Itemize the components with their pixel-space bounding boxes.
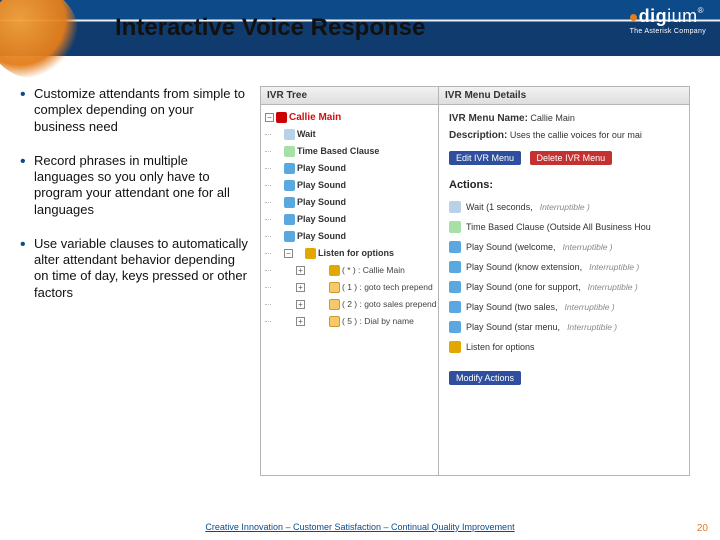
edit-ivr-button[interactable]: Edit IVR Menu bbox=[449, 151, 521, 165]
brand-suffix: ium bbox=[667, 6, 698, 26]
ivr-tree-pane: IVR Tree −Callie Main Wait Time Based Cl… bbox=[261, 87, 439, 475]
screenshot-panel: IVR Tree −Callie Main Wait Time Based Cl… bbox=[260, 86, 700, 496]
tree-node[interactable]: −Listen for options bbox=[265, 245, 438, 262]
folder-icon bbox=[329, 316, 340, 327]
wait-icon bbox=[284, 129, 295, 140]
play-icon bbox=[449, 321, 461, 333]
listen-icon bbox=[449, 341, 461, 353]
play-icon bbox=[284, 180, 295, 191]
brand-prefix: dig bbox=[639, 6, 668, 26]
actions-heading: Actions: bbox=[449, 179, 679, 191]
play-icon bbox=[284, 231, 295, 242]
tree-node[interactable]: Play Sound bbox=[265, 160, 438, 177]
time-icon bbox=[284, 146, 295, 157]
header-band: Interactive Voice Response digium® The A… bbox=[0, 0, 720, 56]
tree-node[interactable]: Play Sound bbox=[265, 194, 438, 211]
brand-reg: ® bbox=[698, 6, 704, 15]
action-row: Play Sound (know extension,Interruptible… bbox=[449, 257, 679, 277]
play-icon bbox=[284, 163, 295, 174]
menu-name-row: IVR Menu Name: Callie Main bbox=[449, 113, 679, 124]
play-icon bbox=[449, 281, 461, 293]
action-row: Play Sound (star menu,Interruptible ) bbox=[449, 317, 679, 337]
play-icon bbox=[449, 301, 461, 313]
play-icon bbox=[284, 214, 295, 225]
tree-node[interactable]: +( * ) : Callie Main bbox=[265, 262, 438, 279]
wait-icon bbox=[449, 201, 461, 213]
tree-node[interactable]: Wait bbox=[265, 126, 438, 143]
page-title: Interactive Voice Response bbox=[115, 14, 425, 42]
content: Customize attendants from simple to comp… bbox=[0, 56, 720, 496]
ivr-details-pane: IVR Menu Details IVR Menu Name: Callie M… bbox=[439, 87, 689, 475]
action-row: Play Sound (welcome,Interruptible ) bbox=[449, 237, 679, 257]
folder-icon bbox=[329, 299, 340, 310]
page-number: 20 bbox=[697, 523, 708, 534]
logo-dot-icon bbox=[630, 14, 637, 21]
ivr-app: IVR Tree −Callie Main Wait Time Based Cl… bbox=[260, 86, 690, 476]
collapse-icon[interactable]: − bbox=[265, 113, 274, 122]
expand-icon[interactable]: + bbox=[296, 317, 305, 326]
tree-node[interactable]: +( 5 ) : Dial by name bbox=[265, 313, 438, 330]
play-icon bbox=[449, 241, 461, 253]
action-row: Listen for options bbox=[449, 337, 679, 357]
menu-icon bbox=[276, 112, 287, 123]
play-icon bbox=[449, 261, 461, 273]
action-row: Play Sound (two sales,Interruptible ) bbox=[449, 297, 679, 317]
action-row: Time Based Clause (Outside All Business … bbox=[449, 217, 679, 237]
bullet-item: Record phrases in multiple languages so … bbox=[20, 153, 248, 218]
delete-ivr-button[interactable]: Delete IVR Menu bbox=[530, 151, 613, 165]
ivr-tree-header: IVR Tree bbox=[261, 87, 438, 105]
action-row: Play Sound (one for support,Interruptibl… bbox=[449, 277, 679, 297]
ivr-tree: −Callie Main Wait Time Based Clause Play… bbox=[261, 105, 438, 334]
expand-icon[interactable]: + bbox=[296, 266, 305, 275]
tree-root[interactable]: −Callie Main bbox=[265, 109, 438, 126]
collapse-icon[interactable]: − bbox=[284, 249, 293, 258]
description-row: Description: Uses the callie voices for … bbox=[449, 130, 679, 141]
tree-node[interactable]: +( 1 ) : goto tech prepend bbox=[265, 279, 438, 296]
footer-tagline: Creative Innovation – Customer Satisfact… bbox=[0, 522, 720, 532]
time-icon bbox=[449, 221, 461, 233]
expand-icon[interactable]: + bbox=[296, 283, 305, 292]
action-row: Wait (1 seconds,Interruptible ) bbox=[449, 197, 679, 217]
ivr-details-header: IVR Menu Details bbox=[439, 87, 689, 105]
listen-icon bbox=[305, 248, 316, 259]
bullet-item: Customize attendants from simple to comp… bbox=[20, 86, 248, 135]
tree-node[interactable]: Play Sound bbox=[265, 177, 438, 194]
star-icon bbox=[329, 265, 340, 276]
bullet-list: Customize attendants from simple to comp… bbox=[20, 86, 260, 496]
tree-node[interactable]: Play Sound bbox=[265, 228, 438, 245]
tree-node[interactable]: Play Sound bbox=[265, 211, 438, 228]
play-icon bbox=[284, 197, 295, 208]
brand-tagline: The Asterisk Company bbox=[630, 28, 706, 35]
tree-node[interactable]: Time Based Clause bbox=[265, 143, 438, 160]
tree-node[interactable]: +( 2 ) : goto sales prepend bbox=[265, 296, 438, 313]
brand-logo: digium® The Asterisk Company bbox=[630, 6, 706, 35]
expand-icon[interactable]: + bbox=[296, 300, 305, 309]
modify-actions-button[interactable]: Modify Actions bbox=[449, 371, 521, 385]
folder-icon bbox=[329, 282, 340, 293]
bullet-item: Use variable clauses to automatically al… bbox=[20, 236, 248, 301]
